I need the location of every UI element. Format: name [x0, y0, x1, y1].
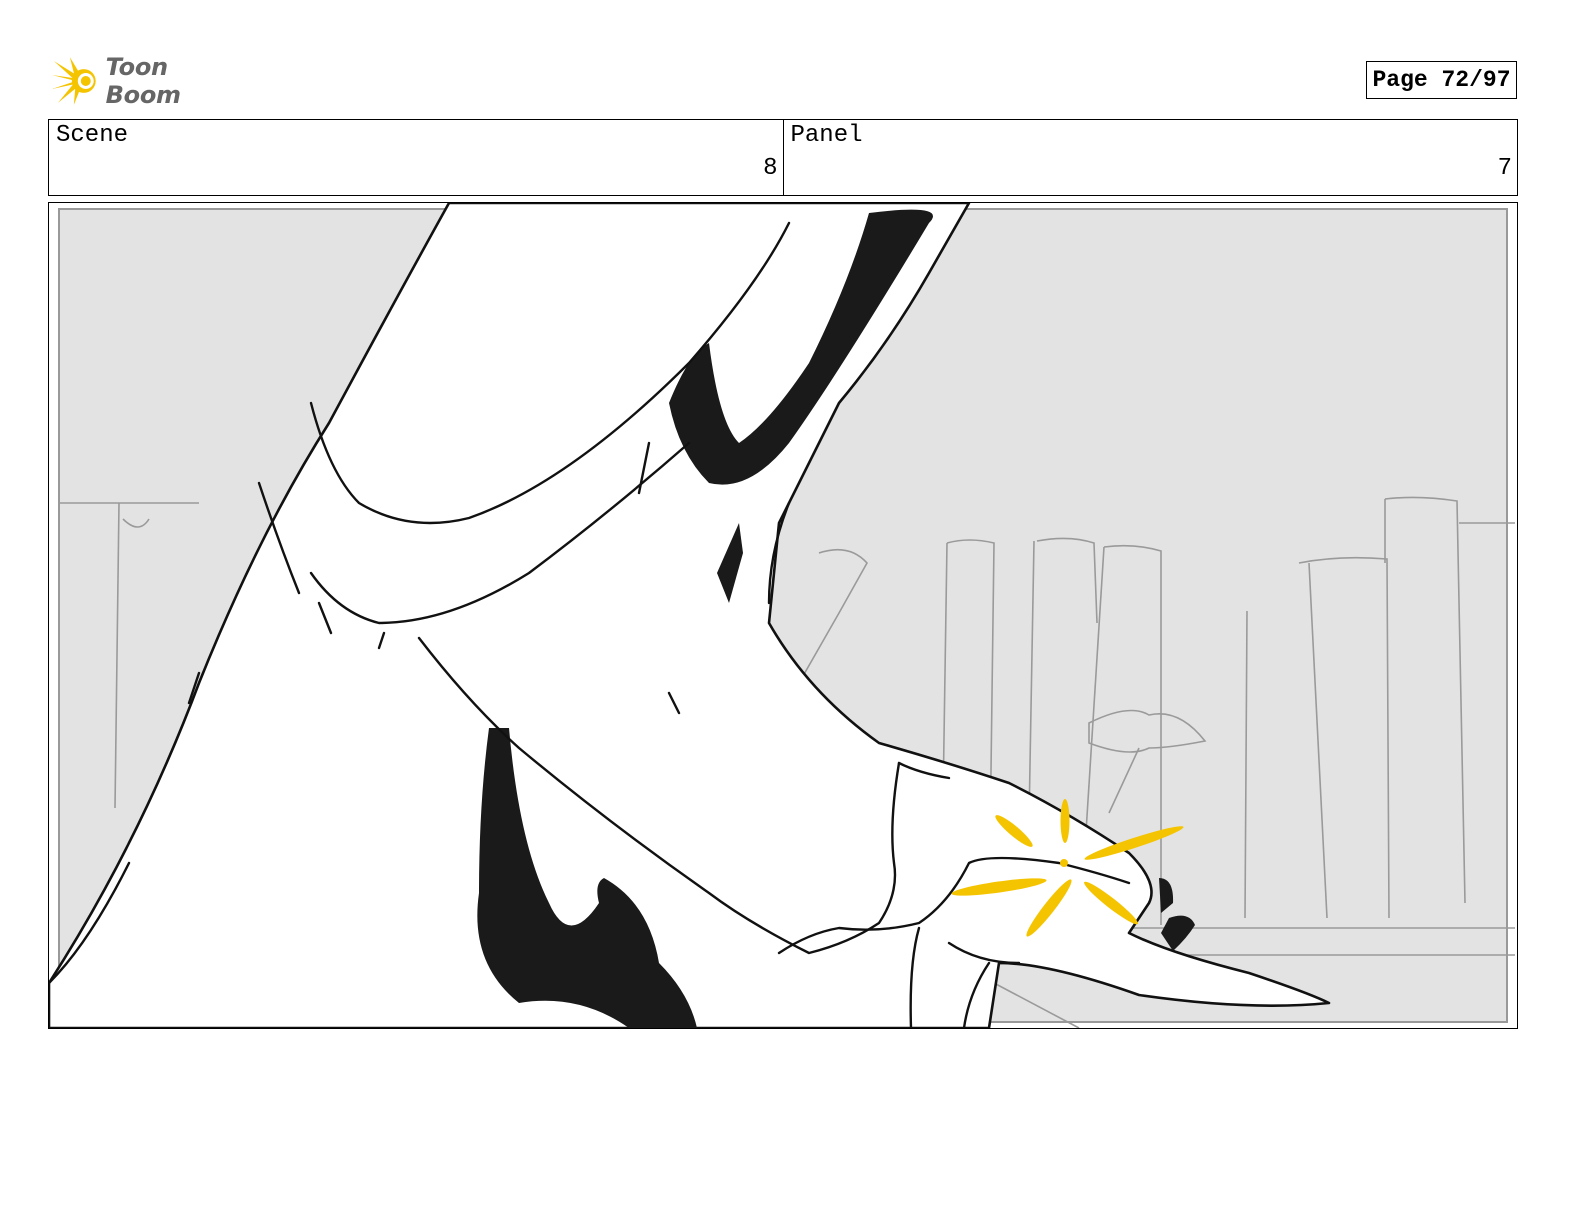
scene-label: Scene — [56, 122, 129, 149]
toon-boom-logo: Toon Boom — [50, 53, 250, 109]
panel-drawing — [49, 203, 1517, 1028]
logo-text: Toon Boom — [105, 53, 181, 109]
panel-value: 7 — [1497, 155, 1512, 182]
starburst-icon — [51, 57, 96, 105]
scene-panel-row: Scene 8 Panel 7 — [48, 119, 1518, 196]
panel-label: Panel — [790, 122, 863, 149]
scene-value: 8 — [763, 155, 778, 182]
panel-cell: Panel 7 — [782, 120, 1518, 195]
scene-cell: Scene 8 — [49, 120, 783, 195]
storyboard-panel — [48, 202, 1518, 1029]
page-indicator: Page 72/97 — [1366, 61, 1517, 99]
